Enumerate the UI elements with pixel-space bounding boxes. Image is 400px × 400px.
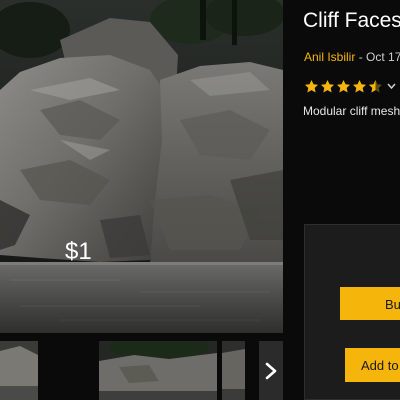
publish-date: - Oct 17,: [355, 50, 400, 64]
thumbnail-strip: [0, 341, 283, 400]
chevron-down-icon: [387, 83, 396, 90]
thumbnail-1[interactable]: [0, 341, 38, 400]
product-short-description: Modular cliff meshes: [303, 104, 400, 118]
cliff-scene-illustration: [0, 0, 283, 333]
product-page: Cliff Faces Anil Isbilir - Oct 17, 1 Mod…: [0, 0, 400, 400]
add-to-cart-button[interactable]: Add to: [345, 348, 400, 382]
gallery-next-button[interactable]: [259, 341, 283, 400]
star-full-icon: [352, 79, 367, 92]
star-half-icon: [368, 79, 383, 92]
thumbnail-image-1: [0, 341, 38, 400]
product-price: $1: [65, 238, 92, 265]
thumbnail-3[interactable]: [222, 341, 245, 400]
thumbnail-image-3: [222, 341, 245, 400]
star-full-icon: [320, 79, 335, 92]
author-link[interactable]: Anil Isbilir: [304, 50, 355, 64]
thumbnail-image-2: [99, 341, 217, 400]
thumbnail-2[interactable]: [99, 341, 217, 400]
product-byline: Anil Isbilir - Oct 17,: [304, 50, 400, 64]
chevron-right-icon: [265, 362, 277, 379]
buy-now-button[interactable]: Buy: [340, 287, 400, 320]
rating-widget[interactable]: 1: [304, 77, 400, 95]
main-preview-image[interactable]: [0, 0, 283, 333]
star-full-icon: [336, 79, 351, 92]
product-title: Cliff Faces: [303, 9, 400, 32]
star-full-icon: [304, 79, 319, 92]
